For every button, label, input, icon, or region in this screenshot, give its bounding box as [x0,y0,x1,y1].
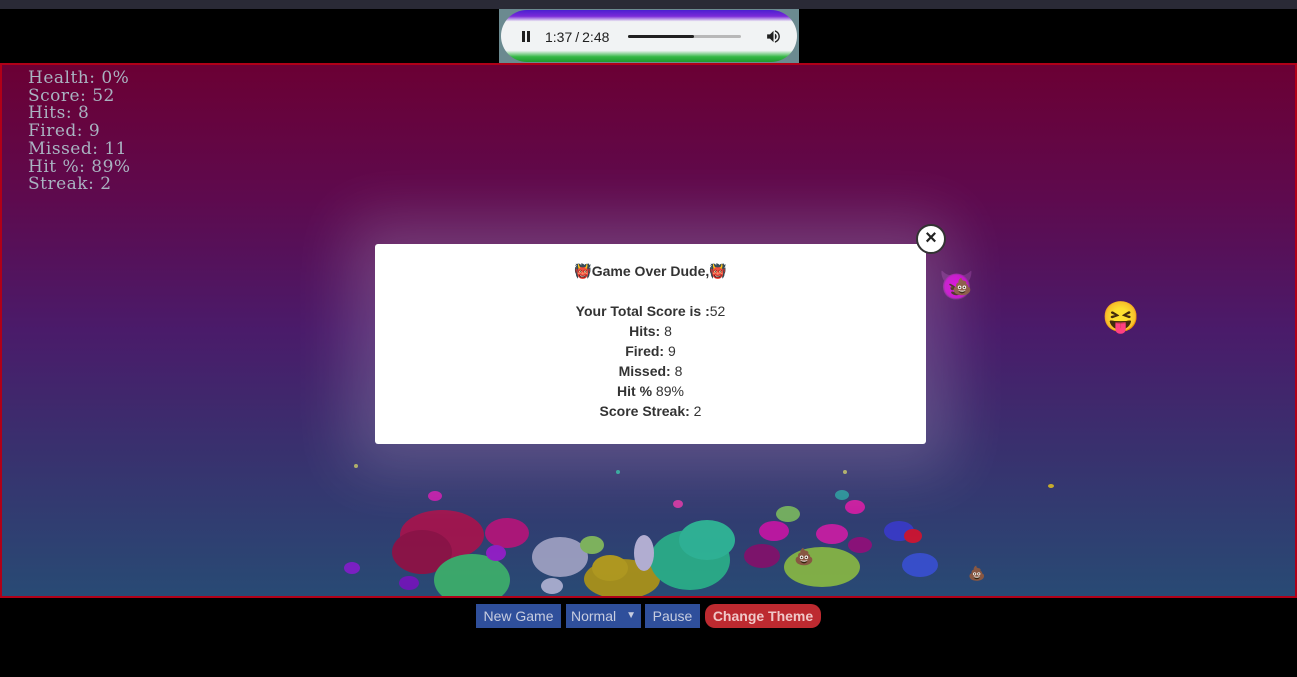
splatter [354,464,358,468]
total-score-row: Your Total Score is :52 [375,301,926,321]
difficulty-select[interactable]: Normal ▼ [566,604,641,628]
splatter [835,490,849,500]
splatter [532,537,588,577]
close-icon[interactable]: × [916,224,946,254]
poop-icon[interactable]: 💩 [794,547,814,567]
total-score-value: 52 [709,303,726,319]
fired-value: 9 [664,343,676,359]
splatter [344,562,360,574]
splatter [744,544,780,568]
new-game-button[interactable]: New Game [476,604,561,628]
splatter [673,500,683,508]
hits-row: Hits: 8 [375,321,926,341]
splatter [428,491,442,501]
hits-value: 8 [660,323,672,339]
seek-progress [628,35,694,38]
splatter [904,529,922,543]
missed-row: Missed: 8 [375,361,926,381]
missed-value: 8 [670,363,683,379]
chevron-down-icon: ▼ [626,610,636,621]
seek-slider[interactable] [628,35,741,38]
splatter [759,521,789,541]
game-over-title-text: Game Over Dude, [591,263,710,279]
score-streak-row: Score Streak: 2 [375,401,926,421]
splatter [592,555,628,581]
splatter [902,553,938,577]
devil-icon: 👹 [709,263,727,279]
pause-icon[interactable] [521,31,531,42]
browser-top-bar [0,0,1297,9]
devil-icon: 👹 [574,263,592,279]
streak-stat: Streak: 2 [28,174,112,195]
audio-time: 1:37/2:48 [545,29,609,45]
game-over-results: Your Total Score is :52 Hits: 8 Fired: 9… [375,301,926,421]
audio-player-controls: 1:37/2:48 [501,10,797,62]
total-score-label: Your Total Score is : [575,303,710,319]
fired-row: Fired: 9 [375,341,926,361]
hud-stats: Health: 0% Score: 52 Hits: 8 Fired: 9 Mi… [28,69,131,195]
score-streak-value: 2 [689,403,702,419]
hit-percent-row: Hit % 89% [375,381,926,401]
audio-player: 1:37/2:48 [499,9,799,63]
splatter [776,506,800,522]
missed-stat: Missed: 11 [28,138,127,159]
difficulty-value: Normal [571,608,617,624]
laughing-face-icon[interactable]: 😝 [1102,300,1139,335]
game-over-dialog: 👹Game Over Dude,👹 Your Total Score is :5… [375,244,926,444]
splatter [848,537,872,553]
splatter [1048,484,1054,488]
duration: 2:48 [582,29,610,45]
pause-button[interactable]: Pause [645,604,700,628]
splatter [816,524,848,544]
splatter [843,470,847,474]
hit-percent-label: Hit % [617,383,653,399]
splatter [486,545,506,561]
current-time: 1:37 [545,29,573,45]
splatter [541,578,563,594]
fired-label: Fired: [625,343,665,359]
change-theme-button[interactable]: Change Theme [705,604,821,628]
score-streak-label: Score Streak: [599,403,690,419]
splatter [634,535,654,571]
time-separator: / [575,29,580,45]
splatter [616,470,620,474]
splatter [485,518,529,548]
splatter [399,576,419,590]
missed-label: Missed: [618,363,671,379]
volume-icon[interactable] [765,28,782,45]
poop-icon[interactable]: 💩 [952,277,972,297]
splatter [580,536,604,554]
splatter [679,520,735,560]
hit-percent-value: 89% [652,383,684,399]
poop-icon[interactable]: 💩 [968,565,985,582]
splatter [845,500,865,514]
hits-label: Hits: [629,323,661,339]
game-over-title: 👹Game Over Dude,👹 [375,261,926,281]
